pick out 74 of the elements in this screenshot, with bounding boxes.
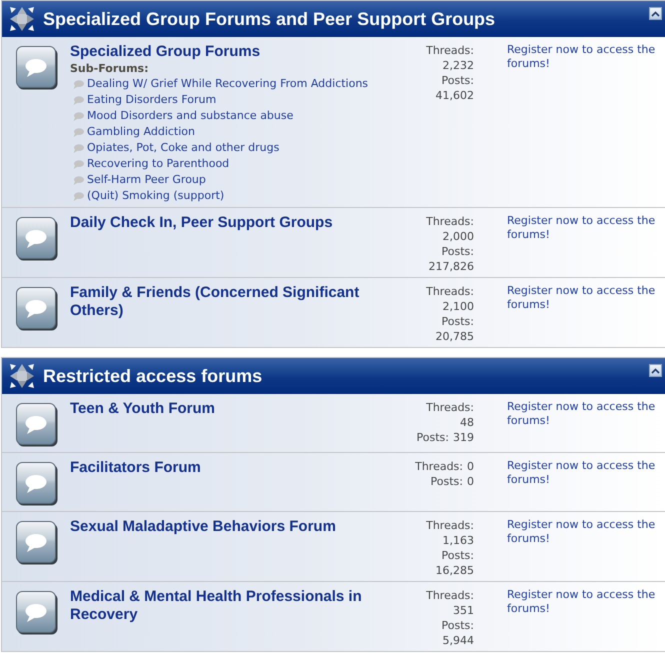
subforum-link[interactable]: Gambling Addiction (87, 124, 195, 140)
forum-title-link[interactable]: Sexual Maladaptive Behaviors Forum (70, 518, 404, 536)
post-count: 217,826 (428, 259, 474, 274)
section-title: Specialized Group Forums and Peer Support Groups (43, 8, 496, 30)
star-emblem-icon (10, 7, 34, 31)
subforum-link[interactable]: Mood Disorders and substance abuse (87, 108, 294, 124)
thread-count: 0 (467, 459, 474, 474)
subforum-link[interactable]: (Quit) Smoking (support) (87, 188, 224, 204)
subforum-link[interactable]: Self-Harm Peer Group (87, 172, 206, 188)
speech-bubble-icon (73, 128, 84, 136)
thread-count: 2,100 (442, 299, 474, 314)
threads-label: Threads: (415, 459, 463, 474)
threads-label: Threads: (426, 214, 474, 229)
posts-label: Posts: (442, 548, 474, 563)
subforum-link[interactable]: Eating Disorders Forum (87, 92, 216, 108)
speech-bubble-icon (16, 217, 58, 261)
register-link[interactable]: Register now to access the forums! (507, 284, 659, 312)
forum-title-link[interactable]: Facilitators Forum (70, 459, 404, 477)
subforum-link[interactable]: Opiates, Pot, Coke and other drugs (87, 140, 280, 156)
speech-bubble-icon (73, 96, 84, 104)
speech-bubble-icon (16, 462, 58, 506)
speech-bubble-icon (16, 46, 58, 90)
forum-title-link[interactable]: Family & Friends (Concerned Significant Others) (70, 284, 404, 320)
posts-label: Posts: (442, 73, 474, 88)
post-count: 16,285 (436, 563, 474, 578)
forum-title-link[interactable]: Teen & Youth Forum (70, 400, 404, 418)
threads-label: Threads: (426, 284, 474, 299)
speech-bubble-icon (73, 176, 84, 184)
collapse-button[interactable] (649, 7, 662, 20)
posts-label: Posts: (416, 430, 449, 445)
posts-label: Posts: (442, 244, 474, 259)
register-link[interactable]: Register now to access the forums! (507, 400, 659, 428)
star-emblem-icon (10, 364, 34, 388)
post-count: 5,944 (442, 633, 474, 648)
posts-label: Posts: (430, 474, 463, 489)
thread-count: 48 (460, 415, 474, 430)
collapse-button[interactable] (649, 364, 662, 377)
caret-icon (651, 10, 660, 16)
speech-bubble-icon (16, 591, 58, 635)
register-link[interactable]: Register now to access the forums! (507, 588, 659, 616)
post-count: 41,602 (436, 88, 474, 103)
subforums-label: Sub-Forums: (70, 61, 150, 76)
section-title: Restricted access forums (43, 366, 264, 386)
speech-bubble-icon (73, 144, 84, 152)
post-count: 0 (467, 474, 474, 489)
register-link[interactable]: Register now to access the forums! (507, 518, 659, 546)
speech-bubble-icon (16, 403, 58, 447)
speech-bubble-icon (73, 80, 84, 88)
post-count: 20,785 (436, 329, 474, 344)
threads-label: Threads: (426, 588, 474, 603)
threads-label: Threads: (426, 400, 474, 415)
thread-count: 2,232 (442, 58, 474, 73)
subforum-link[interactable]: Recovering to Parenthood (87, 156, 230, 172)
thread-count: 351 (453, 603, 474, 618)
speech-bubble-icon (73, 192, 84, 200)
forum-title-link[interactable]: Medical & Mental Health Professionals in Recovery (70, 588, 404, 624)
threads-label: Threads: (426, 518, 474, 533)
speech-bubble-icon (73, 112, 84, 120)
forum-title-link[interactable]: Specialized Group Forums (70, 43, 404, 61)
posts-label: Posts: (442, 314, 474, 329)
speech-bubble-icon (73, 160, 84, 168)
register-link[interactable]: Register now to access the forums! (507, 459, 659, 487)
caret-icon (651, 368, 660, 374)
threads-label: Threads: (426, 43, 474, 58)
thread-count: 2,000 (442, 229, 474, 244)
speech-bubble-icon (16, 521, 58, 565)
forum-title-link[interactable]: Daily Check In, Peer Support Groups (70, 214, 404, 232)
posts-label: Posts: (442, 618, 474, 633)
thread-count: 1,163 (442, 533, 474, 548)
register-link[interactable]: Register now to access the forums! (507, 214, 659, 242)
register-link[interactable]: Register now to access the forums! (507, 43, 659, 71)
subforum-link[interactable]: Dealing W/ Grief While Recovering From Addictions (87, 76, 368, 92)
speech-bubble-icon (16, 287, 58, 331)
post-count: 319 (453, 430, 474, 445)
